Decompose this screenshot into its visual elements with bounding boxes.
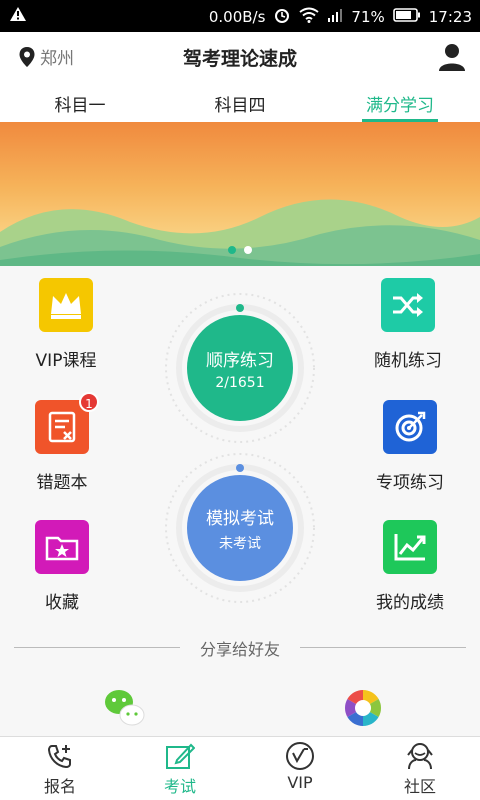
special-practice-label: 专项练习: [376, 473, 444, 493]
tab-full-score[interactable]: 满分学习: [320, 82, 480, 122]
nav-register-label: 报名: [43, 777, 76, 796]
phone-add-icon: [0, 741, 120, 771]
network-speed: 0.00B/s: [208, 8, 266, 26]
community-icon: [360, 741, 480, 771]
subject-tabs: 科目一 科目四 满分学习: [0, 82, 480, 122]
nav-vip-label: VIP: [287, 773, 313, 792]
favorites-button[interactable]: 收藏: [2, 520, 122, 613]
nav-community[interactable]: 社区: [360, 737, 480, 800]
wrong-count-badge: 1: [79, 392, 99, 412]
star-folder-icon: [35, 520, 89, 574]
mock-exam-title: 模拟考试: [206, 508, 274, 529]
page-title: 驾考理论速成: [182, 48, 297, 70]
my-scores-label: 我的成绩: [376, 593, 444, 613]
wechat-icon[interactable]: [102, 686, 146, 730]
battery-percent: 71%: [351, 8, 385, 26]
signal-icon: [327, 7, 343, 27]
random-practice-button[interactable]: 随机练习: [348, 278, 468, 371]
banner-dot-1[interactable]: [228, 246, 236, 254]
divider: [300, 647, 466, 648]
alarm-icon: [273, 6, 291, 28]
share-title: 分享给好友: [199, 640, 280, 659]
app-header: 郑州 驾考理论速成: [0, 32, 480, 82]
edit-icon: [120, 741, 240, 771]
chart-icon: [383, 520, 437, 574]
promo-banner[interactable]: [0, 122, 480, 266]
wrong-questions-label: 错题本: [36, 473, 88, 493]
battery-icon: [392, 8, 421, 26]
user-icon[interactable]: [436, 41, 468, 73]
wrong-questions-button[interactable]: 1 错题本: [2, 392, 122, 493]
shuffle-icon: [381, 278, 435, 332]
tab-subject-four[interactable]: 科目四: [160, 82, 320, 122]
special-practice-button[interactable]: 专项练习: [350, 400, 470, 493]
mock-exam-dial[interactable]: 模拟考试 未考试: [160, 448, 320, 608]
bottom-nav: 报名 考试 VIP 社区: [0, 736, 480, 800]
my-scores-button[interactable]: 我的成绩: [350, 520, 470, 613]
favorites-label: 收藏: [45, 593, 79, 613]
nav-vip[interactable]: VIP: [240, 737, 360, 800]
nav-exam[interactable]: 考试: [120, 737, 240, 800]
wrong-book-icon: 1: [35, 392, 99, 454]
share-section: 分享给好友: [0, 630, 480, 670]
crown-icon: [39, 278, 93, 332]
clock: 17:23: [428, 8, 472, 26]
nav-exam-label: 考试: [163, 777, 196, 796]
status-bar: 0.00B/s 71% 17:23: [0, 0, 480, 32]
wifi-icon: [299, 7, 320, 27]
nav-register[interactable]: 报名: [0, 737, 120, 800]
random-practice-label: 随机练习: [374, 351, 442, 371]
sequential-progress: 2/1651: [215, 374, 265, 391]
banner-dot-2[interactable]: [244, 246, 252, 254]
moments-icon[interactable]: [341, 686, 385, 730]
tab-subject-one[interactable]: 科目一: [0, 82, 160, 122]
sequential-practice-title: 顺序练习: [206, 350, 274, 371]
vip-icon: [240, 741, 360, 771]
vip-course-button[interactable]: VIP课程: [6, 278, 126, 371]
mock-exam-status: 未考试: [219, 535, 261, 552]
target-icon: [383, 400, 437, 454]
vip-course-label: VIP课程: [35, 351, 97, 371]
warning-icon: [10, 7, 26, 25]
sequential-practice-dial[interactable]: 顺序练习 2/1651: [160, 288, 320, 448]
nav-community-label: 社区: [403, 777, 436, 796]
